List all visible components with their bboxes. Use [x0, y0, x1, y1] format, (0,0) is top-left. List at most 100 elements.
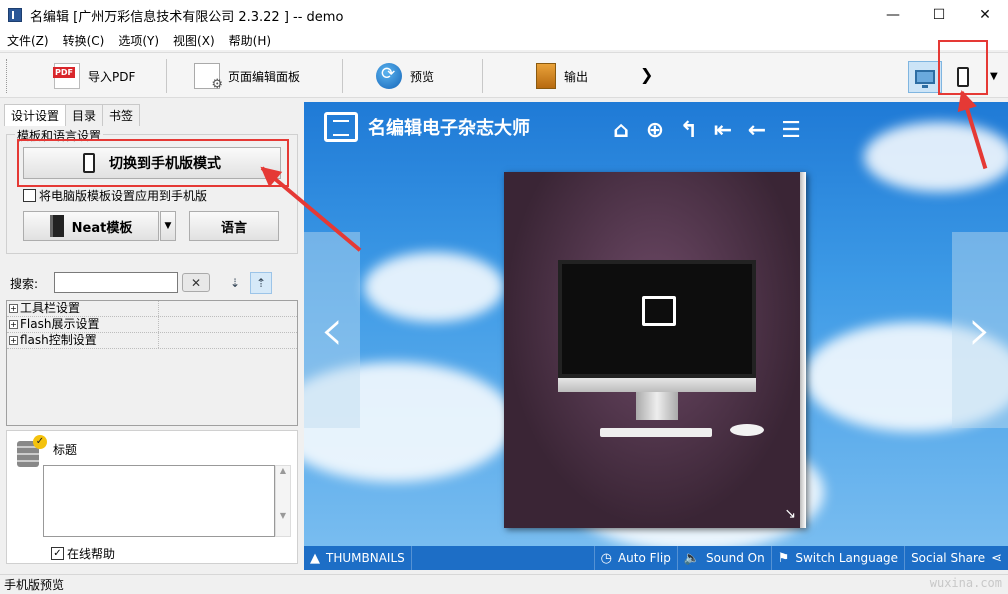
brand-title: 名编辑电子杂志大师: [368, 118, 530, 139]
page-settings-icon: [194, 63, 223, 92]
share-icon: ⋖: [991, 550, 1002, 566]
search-input[interactable]: [54, 272, 178, 293]
back-icon[interactable]: ↰: [672, 116, 706, 144]
import-pdf-label: 导入PDF: [88, 69, 136, 84]
next-page-arrow[interactable]: ›: [952, 232, 1008, 428]
menu-bar: 文件(Z) 转换(C) 选项(Y) 视图(X) 帮助(H): [0, 30, 1008, 50]
book-page[interactable]: ↘: [504, 172, 806, 528]
triangle-up-icon: ▲: [310, 550, 320, 566]
output-icon: [536, 63, 556, 89]
imac-stand: [636, 392, 678, 420]
keyboard-illustration: [600, 428, 712, 437]
neat-template-button[interactable]: Neat模板: [23, 211, 159, 241]
mouse-illustration: [730, 424, 764, 436]
minimize-button[interactable]: —: [870, 0, 916, 30]
sort-ascending-icon[interactable]: ⇡: [250, 272, 272, 294]
chevron-right-icon[interactable]: ❯: [640, 65, 653, 84]
page-editor-label: 页面编辑面板: [228, 69, 301, 84]
speaker-icon: 🔈: [683, 550, 701, 566]
toolbar-dropdown-icon[interactable]: ▼: [990, 71, 998, 82]
tree-item-flash-control: flash控制设置: [20, 333, 97, 347]
thumbnails-button[interactable]: ▲ THUMBNAILS: [304, 546, 412, 570]
brand-monitor-icon: [324, 112, 358, 142]
monitor-logo-icon: [642, 296, 676, 326]
tree-row[interactable]: + Flash展示设置: [7, 317, 297, 333]
checkbox-checked-icon[interactable]: ✓: [51, 547, 64, 560]
toolbar: 导入PDF 页面编辑面板 预览 输出 ❯ ▼: [0, 52, 1008, 98]
monitor-icon: [915, 70, 935, 88]
desktop-view-button[interactable]: [908, 61, 942, 93]
switch-language-button[interactable]: ⚑ Switch Language: [772, 546, 906, 570]
clock-icon: ◷: [600, 550, 612, 566]
expand-icon[interactable]: +: [9, 320, 18, 329]
maximize-button[interactable]: ☐: [916, 0, 962, 30]
help-panel: 标题 ▲▼ ✓ 在线帮助: [6, 430, 298, 564]
search-label: 搜索:: [10, 277, 39, 291]
close-button[interactable]: ✕: [962, 0, 1008, 30]
online-help-label: 在线帮助: [67, 547, 116, 561]
sound-button[interactable]: 🔈 Sound On: [678, 546, 772, 570]
output-button[interactable]: 输出: [536, 61, 588, 91]
help-scrollbar[interactable]: ▲ ▼: [275, 465, 291, 537]
page-editor-button[interactable]: 页面编辑面板: [194, 61, 301, 92]
clear-search-button[interactable]: ✕: [182, 273, 210, 292]
book-spine: [800, 172, 806, 528]
help-textarea[interactable]: [43, 465, 275, 537]
previous-page-arrow[interactable]: ‹: [304, 232, 360, 428]
import-pdf-button[interactable]: 导入PDF: [53, 61, 136, 91]
refresh-icon: [376, 63, 402, 89]
tab-design-settings[interactable]: 设计设置: [4, 104, 67, 126]
window-title: 名编辑 [广州万彩信息技术有限公司 2.3.22 ] -- demo: [30, 9, 344, 25]
preview-label: 预览: [410, 69, 435, 84]
tab-strip: 设计设置 目录 书签: [4, 104, 141, 126]
checkbox-icon[interactable]: [23, 189, 36, 202]
cloud-decoration: [364, 252, 504, 322]
toolbar-separator: [342, 59, 343, 93]
app-icon: [8, 8, 22, 22]
menu-help[interactable]: 帮助(H): [222, 32, 278, 49]
zoom-icon[interactable]: ⊕: [638, 116, 672, 144]
database-check-icon: [17, 435, 47, 467]
toolbar-separator: [482, 59, 483, 93]
online-help-checkbox[interactable]: ✓ 在线帮助: [51, 545, 115, 562]
highlight-box: [938, 40, 988, 95]
preview-bottom-bar: ▲ THUMBNAILS ◷ Auto Flip 🔈 Sound On ⚑ Switch…: [304, 546, 1008, 570]
template-dropdown-button[interactable]: ▼: [160, 211, 176, 241]
language-button[interactable]: 语言: [189, 211, 279, 241]
menu-file[interactable]: 文件(Z): [0, 32, 56, 49]
toolbar-separator: [166, 59, 167, 93]
menu-convert[interactable]: 转换(C): [56, 32, 112, 49]
preview-brand: 名编辑电子杂志大师: [324, 112, 530, 142]
tab-bookmarks[interactable]: 书签: [102, 104, 141, 126]
status-text: 手机版预览: [4, 578, 65, 592]
previous-page-icon[interactable]: ←: [740, 116, 774, 144]
home-icon[interactable]: ⌂: [604, 116, 638, 144]
menu-view[interactable]: 视图(X): [166, 32, 222, 49]
tab-contents[interactable]: 目录: [65, 104, 104, 126]
flipbook-preview: 名编辑电子杂志大师 ⌂ ⊕ ↰ ⇤ ← ☰ ‹ › ↘: [304, 102, 1008, 548]
expand-icon[interactable]: +: [9, 304, 18, 313]
page-corner-icon[interactable]: ↘: [784, 506, 796, 522]
template-language-group: 模板和语言设置 切换到手机版模式 将电脑版模板设置应用到手机版 Neat模板 ▼…: [6, 127, 298, 254]
output-label: 输出: [564, 69, 589, 84]
social-share-button[interactable]: Social Share ⋖: [905, 546, 1008, 570]
book-icon: [49, 215, 64, 237]
first-page-icon[interactable]: ⇤: [706, 116, 740, 144]
neat-template-label: Neat模板: [71, 220, 133, 236]
window-controls: — ☐ ✕: [870, 0, 1008, 30]
menu-options[interactable]: 选项(Y): [111, 32, 166, 49]
preview-button[interactable]: 预览: [376, 61, 434, 91]
tree-row[interactable]: + flash控制设置: [7, 333, 297, 349]
settings-tree: + 工具栏设置 + Flash展示设置 + flash控制设置: [6, 300, 298, 426]
watermark: wuxina.com: [929, 576, 1002, 590]
expand-icon[interactable]: +: [9, 336, 18, 345]
tree-item-toolbar-settings: 工具栏设置: [20, 301, 81, 315]
toolbar-grip: [6, 59, 9, 93]
highlight-box: [17, 139, 289, 187]
menu-list-icon[interactable]: ☰: [774, 116, 808, 144]
apply-pc-to-mobile-checkbox[interactable]: 将电脑版模板设置应用到手机版: [23, 187, 207, 204]
sort-descending-icon[interactable]: ⇣: [224, 272, 246, 294]
tree-row[interactable]: + 工具栏设置: [7, 301, 297, 317]
help-title: 标题: [53, 443, 78, 457]
auto-flip-button[interactable]: ◷ Auto Flip: [595, 546, 678, 570]
